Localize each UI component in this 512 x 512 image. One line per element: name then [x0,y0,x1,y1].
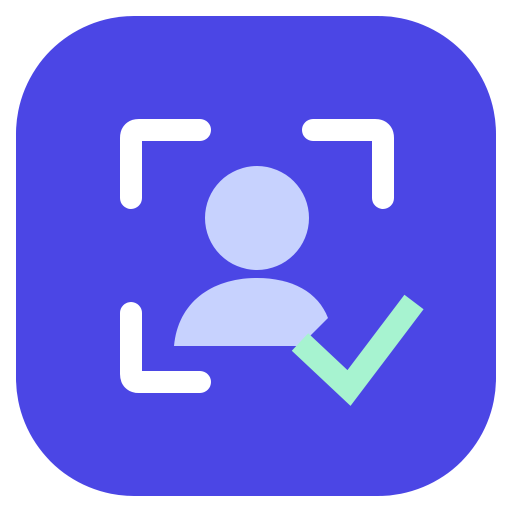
face-verification-app-icon [16,16,496,496]
icon-stage [0,0,512,512]
user-head [205,166,309,270]
